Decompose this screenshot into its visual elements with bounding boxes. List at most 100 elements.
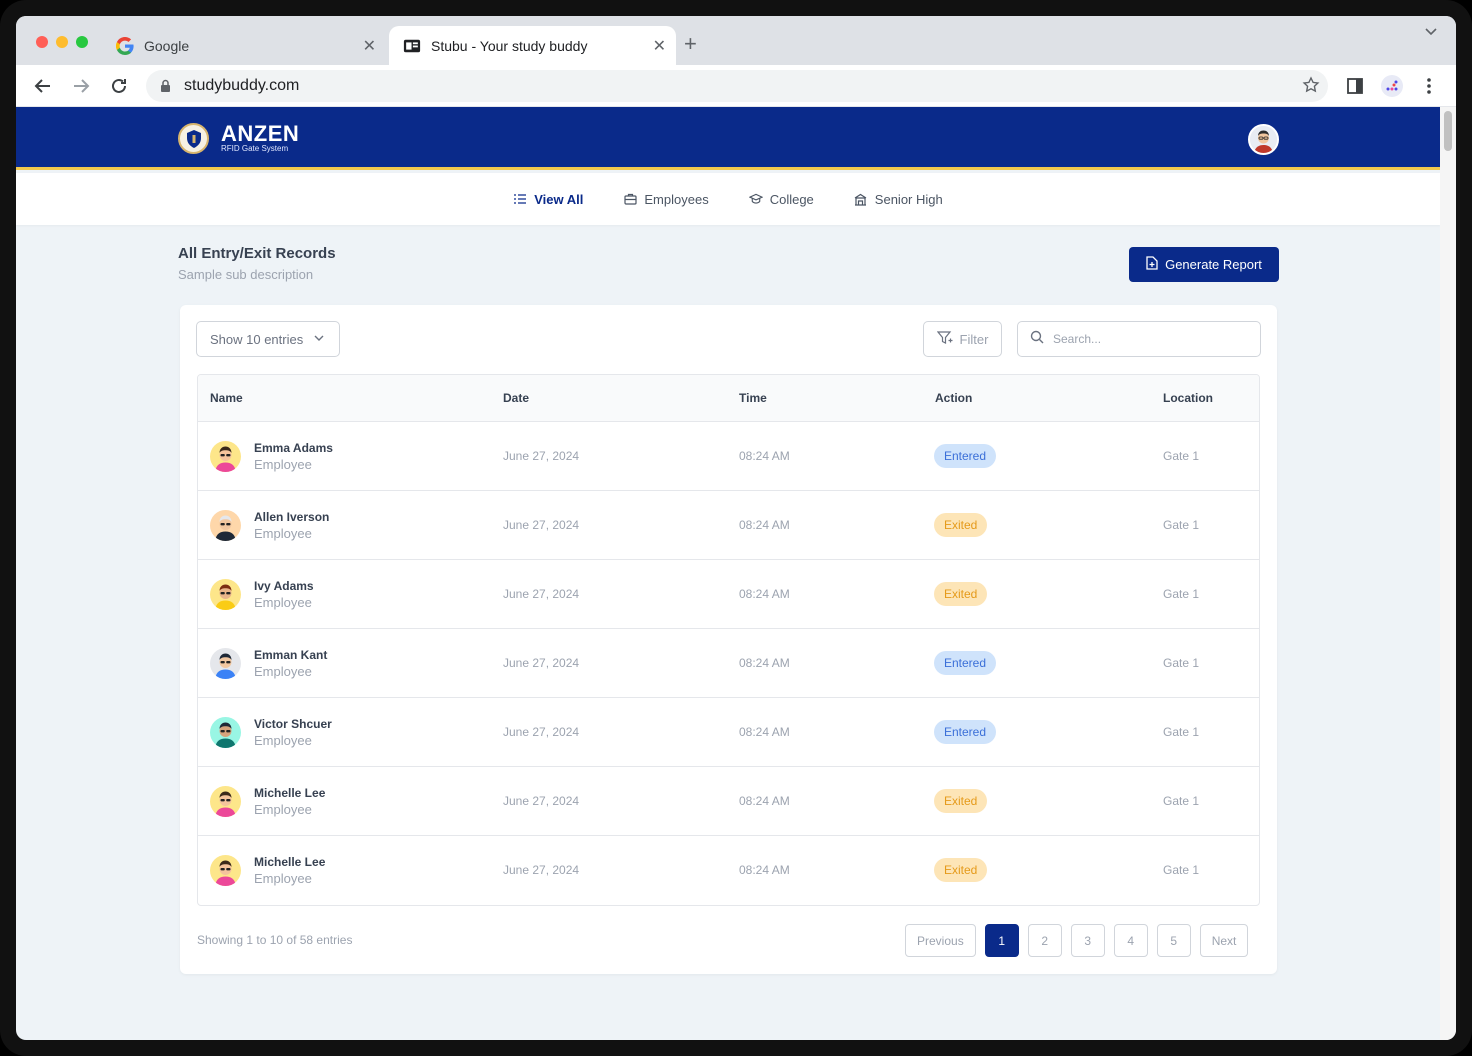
record-location: Gate 1: [1163, 725, 1200, 739]
tab-google[interactable]: Google ✕: [104, 26, 386, 65]
record-date: June 27, 2024: [503, 518, 580, 532]
person-info: Emman Kant Employee: [254, 647, 327, 680]
person-name[interactable]: Ivy Adams: [254, 578, 314, 594]
browser-toolbar: studybuddy.com: [16, 65, 1456, 107]
user-avatar[interactable]: [1248, 124, 1279, 155]
entries-select[interactable]: Show 10 entries: [196, 321, 340, 357]
filter-button[interactable]: Filter: [923, 321, 1002, 357]
filter-label: Filter: [959, 331, 989, 347]
person-name[interactable]: Emma Adams: [254, 440, 333, 456]
scrollbar-thumb[interactable]: [1444, 111, 1452, 151]
tab-title: Google: [144, 37, 190, 54]
reload-icon[interactable]: [106, 73, 132, 99]
person-name[interactable]: Emman Kant: [254, 647, 327, 663]
table-row[interactable]: Michelle Lee Employee June 27, 2024 08:2…: [198, 836, 1259, 905]
search-box[interactable]: [1017, 321, 1261, 357]
record-time: 08:24 AM: [739, 587, 790, 601]
minimize-window-button[interactable]: [56, 36, 68, 48]
forward-arrow-icon[interactable]: [68, 73, 94, 99]
table-row[interactable]: Emman Kant Employee June 27, 2024 08:24 …: [198, 629, 1259, 698]
record-date: June 27, 2024: [503, 587, 580, 601]
device-frame: Google ✕ Stubu - Your study buddy ✕ + st…: [0, 0, 1472, 1056]
person-avatar: [210, 786, 241, 817]
person-avatar: [210, 855, 241, 886]
page-4-button[interactable]: 4: [1113, 924, 1148, 957]
table-row[interactable]: Emma Adams Employee June 27, 2024 08:24 …: [198, 422, 1259, 491]
tab-senior-high[interactable]: Senior High: [854, 192, 943, 207]
tab-college[interactable]: College: [748, 192, 814, 207]
table-row[interactable]: Victor Shcuer Employee June 27, 2024 08:…: [198, 698, 1259, 767]
col-header-time[interactable]: Time: [739, 391, 767, 405]
person-name[interactable]: Michelle Lee: [254, 854, 325, 870]
stubu-icon: [403, 37, 421, 55]
person-role: Employee: [254, 733, 312, 748]
records-table: Name Date Time Action Location Emma Adam…: [197, 374, 1260, 906]
person-avatar: [210, 717, 241, 748]
entries-label: Show 10 entries: [210, 331, 304, 347]
record-time: 08:24 AM: [739, 518, 790, 532]
pagination: Previous 1 2 3 4 5 Next: [905, 924, 1249, 957]
person-role: Employee: [254, 802, 312, 817]
table-row[interactable]: Michelle Lee Employee June 27, 2024 08:2…: [198, 767, 1259, 836]
record-date: June 27, 2024: [503, 449, 580, 463]
address-bar[interactable]: studybuddy.com: [146, 70, 1328, 102]
status-badge: Exited: [934, 789, 988, 813]
person-info: Allen Iverson Employee: [254, 509, 329, 542]
side-panel-icon[interactable]: [1344, 75, 1366, 97]
next-page-button[interactable]: Next: [1199, 924, 1249, 957]
back-arrow-icon[interactable]: [30, 73, 56, 99]
bookmark-star-icon[interactable]: [1302, 76, 1320, 99]
record-date: June 27, 2024: [503, 863, 580, 877]
record-time: 08:24 AM: [739, 449, 790, 463]
tab-title: Stubu - Your study buddy: [431, 37, 588, 54]
google-g-icon: [116, 36, 134, 55]
close-tab-icon[interactable]: ✕: [363, 36, 376, 56]
school-building-icon: [854, 192, 868, 206]
close-window-button[interactable]: [36, 36, 48, 48]
app-header: ANZEN RFID Gate System: [16, 107, 1440, 170]
table-row[interactable]: Allen Iverson Employee June 27, 2024 08:…: [198, 491, 1259, 560]
col-header-date[interactable]: Date: [503, 391, 529, 405]
page-1-button[interactable]: 1: [984, 924, 1019, 957]
tab-employees[interactable]: Employees: [623, 192, 709, 207]
kebab-menu-icon[interactable]: [1418, 75, 1440, 97]
table-row[interactable]: Ivy Adams Employee June 27, 2024 08:24 A…: [198, 560, 1259, 629]
tab-view-all[interactable]: View All: [513, 192, 583, 207]
person-avatar: [210, 648, 241, 679]
table-body: Emma Adams Employee June 27, 2024 08:24 …: [198, 422, 1259, 905]
lock-icon: [160, 79, 174, 93]
close-tab-icon[interactable]: ✕: [653, 36, 666, 56]
new-tab-icon[interactable]: +: [684, 32, 697, 56]
records-card: Show 10 entries Filter Name Date Time Ac…: [180, 305, 1277, 974]
person-role: Employee: [254, 664, 312, 679]
record-location: Gate 1: [1163, 863, 1200, 877]
brand-logo[interactable]: ANZEN RFID Gate System: [178, 122, 299, 154]
person-name[interactable]: Allen Iverson: [254, 509, 329, 525]
record-time: 08:24 AM: [739, 863, 790, 877]
graduation-cap-icon: [748, 192, 763, 206]
generate-report-button[interactable]: Generate Report: [1129, 247, 1279, 282]
record-location: Gate 1: [1163, 518, 1200, 532]
page-3-button[interactable]: 3: [1070, 924, 1105, 957]
page-scrollbar[interactable]: [1440, 107, 1456, 1040]
page-2-button[interactable]: 2: [1027, 924, 1062, 957]
maximize-window-button[interactable]: [76, 36, 88, 48]
chevron-down-icon[interactable]: [1424, 24, 1438, 41]
page-title: All Entry/Exit Records: [178, 245, 336, 262]
person-name[interactable]: Victor Shcuer: [254, 716, 332, 732]
status-badge: Entered: [934, 720, 997, 744]
tab-stubu[interactable]: Stubu - Your study buddy ✕: [389, 26, 676, 65]
col-header-location[interactable]: Location: [1163, 391, 1213, 405]
person-avatar: [210, 579, 241, 610]
profile-extension-icon[interactable]: [1381, 75, 1403, 97]
record-date: June 27, 2024: [503, 656, 580, 670]
seal-icon: [178, 123, 209, 154]
previous-page-button[interactable]: Previous: [905, 924, 976, 957]
tab-label: View All: [534, 191, 584, 207]
page-5-button[interactable]: 5: [1156, 924, 1191, 957]
col-header-name[interactable]: Name: [210, 391, 243, 405]
person-name[interactable]: Michelle Lee: [254, 785, 325, 801]
col-header-action[interactable]: Action: [935, 391, 972, 405]
search-input[interactable]: [1053, 332, 1243, 346]
window-controls: [36, 36, 88, 48]
